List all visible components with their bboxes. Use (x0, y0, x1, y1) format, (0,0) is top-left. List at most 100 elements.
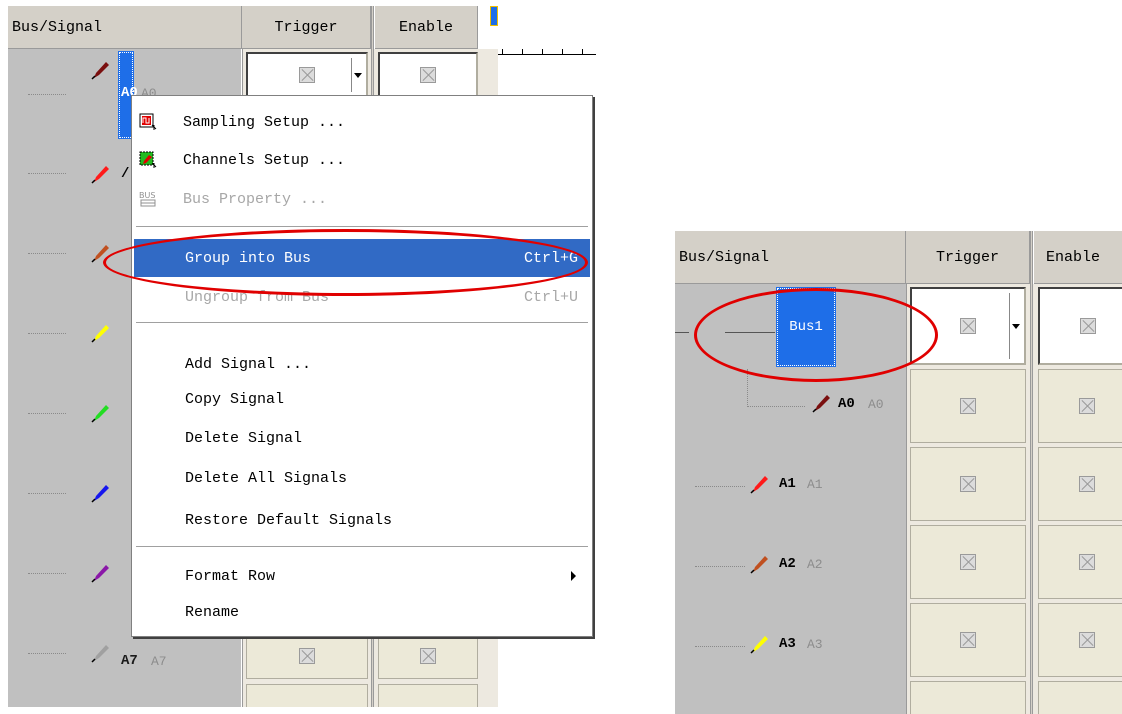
signal-label-a3[interactable]: A3 (779, 636, 796, 652)
trigger-cell[interactable] (910, 525, 1026, 599)
menu-item-channels-setup[interactable]: Channels Setup ... (134, 141, 590, 179)
probe-icon (750, 554, 770, 574)
probe-icon (812, 393, 832, 413)
enable-header-label: Enable (398, 18, 453, 36)
menu-label: Delete All Signals (185, 469, 348, 487)
probe-icon (91, 164, 111, 184)
signal-alias-a3: A3 (807, 637, 823, 652)
menu-label: Add Signal ... (185, 355, 312, 373)
trigger-header-label: Trigger (935, 248, 999, 266)
bus-signal-header-label: Bus/Signal (679, 248, 770, 266)
dont-care-icon (299, 67, 315, 83)
signal-label-a1[interactable]: A1 (779, 476, 796, 492)
signal-alias-a2: A2 (807, 557, 823, 572)
column-separator[interactable] (1030, 231, 1033, 714)
dont-care-icon (960, 632, 976, 648)
enable-cell[interactable] (378, 684, 478, 707)
enable-header-label: Enable (1046, 248, 1101, 266)
signal-alias-a1: A1 (807, 477, 823, 492)
probe-icon (750, 474, 770, 494)
enable-cell[interactable] (1038, 681, 1122, 714)
probe-icon (91, 60, 111, 80)
dont-care-icon (960, 318, 976, 334)
menu-item-format-row[interactable]: Format Row (134, 557, 590, 595)
bus-signal-header-label: Bus/Signal (12, 18, 103, 36)
enable-cell[interactable] (1038, 447, 1122, 521)
menu-label: Rename (185, 603, 240, 621)
menu-label: Copy Signal (185, 390, 285, 408)
enable-cell[interactable] (1038, 525, 1122, 599)
trigger-header[interactable]: Trigger (242, 6, 371, 49)
menu-item-copy-signal[interactable]: Copy Signal (134, 380, 590, 418)
signal-alias-a7: A7 (151, 654, 167, 669)
menu-item-rename[interactable]: Rename (134, 593, 590, 631)
submenu-arrow-icon (571, 571, 576, 581)
dont-care-icon (1079, 554, 1095, 570)
probe-icon (91, 323, 111, 343)
trigger-cell[interactable] (910, 603, 1026, 677)
waveform-marker[interactable] (490, 6, 498, 26)
menu-shortcut: Ctrl+U (523, 288, 578, 306)
dont-care-icon (1079, 398, 1095, 414)
sampling-setup-icon (139, 113, 157, 131)
menu-item-bus-property[interactable]: BUS Bus Property ... (134, 180, 590, 218)
probe-icon (91, 563, 111, 583)
signal-label-a0[interactable]: A0 (838, 396, 855, 412)
trigger-header-label: Trigger (274, 18, 338, 36)
probe-icon (91, 643, 111, 663)
trigger-cell[interactable] (246, 684, 368, 707)
enable-header[interactable]: Enable (375, 6, 478, 49)
bus-signal-header[interactable]: Bus/Signal (675, 231, 906, 284)
trigger-cell[interactable] (246, 52, 368, 98)
trigger-cell[interactable] (246, 633, 368, 679)
menu-item-restore-default-signals[interactable]: Restore Default Signals (134, 501, 590, 539)
trigger-header[interactable]: Trigger (906, 231, 1030, 284)
annotation-ellipse (694, 288, 938, 382)
dont-care-icon (1079, 476, 1095, 492)
dont-care-icon (1079, 632, 1095, 648)
time-ruler (498, 46, 596, 56)
probe-icon (750, 634, 770, 654)
annotation-ellipse (103, 229, 588, 296)
menu-item-sampling-setup[interactable]: Sampling Setup ... (134, 103, 590, 141)
menu-item-add-signal[interactable]: Add Signal ... (134, 345, 590, 383)
dropdown-arrow-icon[interactable] (1012, 324, 1020, 329)
bus-signal-header[interactable]: Bus/Signal (8, 6, 242, 49)
dont-care-icon (299, 648, 315, 664)
dont-care-icon (960, 554, 976, 570)
dont-care-icon (420, 648, 436, 664)
signal-alias-a0: A0 (868, 397, 884, 412)
trigger-cell[interactable] (910, 447, 1026, 521)
trigger-cell[interactable] (910, 369, 1026, 443)
dont-care-icon (420, 67, 436, 83)
enable-cell[interactable] (1038, 287, 1122, 365)
menu-label: Delete Signal (185, 429, 303, 447)
enable-cell[interactable] (1038, 369, 1122, 443)
context-menu: Sampling Setup ... Channels Setup ... BU… (131, 95, 593, 637)
enable-cell[interactable] (1038, 603, 1122, 677)
menu-label: Format Row (185, 567, 276, 585)
signal-label-a2[interactable]: A2 (779, 556, 796, 572)
dont-care-icon (1080, 318, 1096, 334)
signal-label-a7[interactable]: A7 (121, 653, 138, 669)
enable-cell[interactable] (378, 52, 478, 98)
menu-label: Restore Default Signals (185, 511, 393, 529)
menu-separator (136, 322, 588, 324)
enable-header[interactable]: Enable (1034, 231, 1122, 284)
svg-text:BUS: BUS (139, 191, 155, 200)
menu-label: Channels Setup ... (183, 151, 346, 169)
menu-item-delete-signal[interactable]: Delete Signal (134, 419, 590, 457)
menu-label: Sampling Setup ... (183, 113, 346, 131)
menu-label: Bus Property ... (183, 190, 328, 208)
menu-separator (136, 226, 588, 228)
enable-cell[interactable] (378, 633, 478, 679)
probe-icon (91, 483, 111, 503)
channels-setup-icon (139, 151, 157, 169)
dont-care-icon (960, 398, 976, 414)
dont-care-icon (960, 476, 976, 492)
menu-item-delete-all-signals[interactable]: Delete All Signals (134, 459, 590, 497)
probe-icon (91, 403, 111, 423)
dropdown-arrow-icon[interactable] (354, 73, 362, 78)
menu-separator (136, 546, 588, 548)
trigger-cell[interactable] (910, 681, 1026, 714)
